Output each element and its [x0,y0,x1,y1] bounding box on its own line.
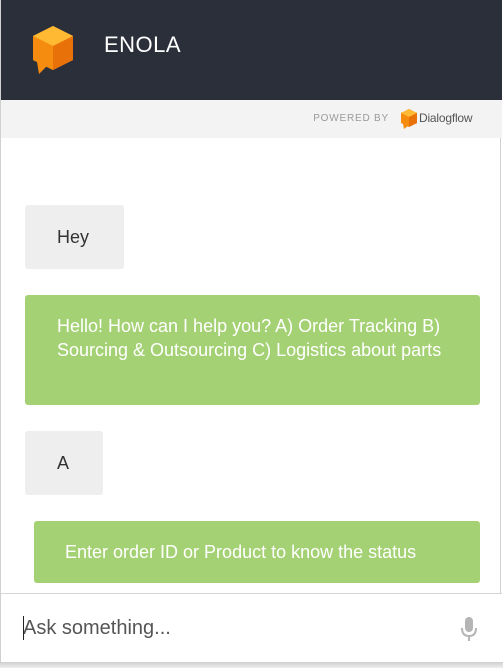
chat-header: ENOLA [1,0,502,100]
text-caret [23,616,24,640]
user-message: A [25,431,103,495]
widget-shadow [0,662,503,668]
bot-message: Enter order ID or Product to know the st… [34,521,480,583]
dialogflow-icon [401,109,417,129]
user-message: Hey [25,205,124,269]
bot-title: ENOLA [104,32,182,57]
powered-by-label: POWERED BY [313,113,389,124]
orange-cube-chat-icon [33,26,73,74]
bot-message: Hello! How can I help you? A) Order Trac… [25,295,480,405]
dialogflow-brand: Dialogflow [419,111,473,125]
microphone-icon[interactable] [459,616,479,642]
powered-by-bar: POWERED BY Dialogflow [1,100,502,138]
chat-widget: ENOLA POWERED BY Dialogflow Hey Hello! H… [0,0,502,662]
ask-input[interactable] [23,614,443,642]
composer [1,594,502,662]
